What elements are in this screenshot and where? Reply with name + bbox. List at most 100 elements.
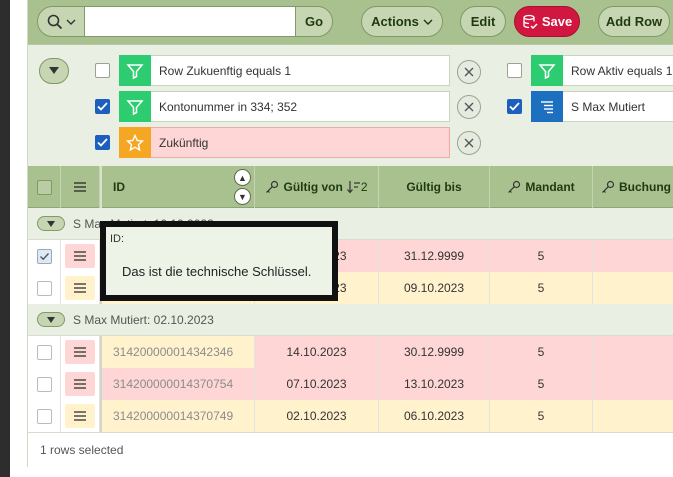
row-select-cell[interactable] <box>28 368 61 400</box>
check-icon <box>39 252 49 260</box>
cell-gueltig-von[interactable]: 07.10.2023 <box>255 368 379 400</box>
hamburger-icon <box>74 251 86 261</box>
select-all-header[interactable] <box>28 166 61 208</box>
filter-chip-kontonummer[interactable]: Kontonummer in 334; 352 <box>119 91 450 122</box>
selection-status: 1 rows selected <box>40 443 124 457</box>
table-row[interactable]: 314200000014370749 02.10.2023 06.10.2023… <box>28 400 673 432</box>
filter-collapse-toggle[interactable] <box>39 58 69 84</box>
table-row[interactable]: 314200000014342346 14.10.2023 30.12.9999… <box>28 336 673 368</box>
key-icon <box>508 180 521 193</box>
cell-buchung[interactable] <box>593 368 673 400</box>
filter-chip-zukuenftig[interactable]: Zukünftig <box>119 127 450 158</box>
row-actions-cell[interactable] <box>61 336 100 368</box>
sort-down-button[interactable]: ▼ <box>234 188 251 205</box>
filter-icon <box>119 91 151 122</box>
row-select-cell[interactable] <box>28 400 61 432</box>
edit-button[interactable]: Edit <box>460 6 506 37</box>
cell-gueltig-von[interactable]: 14.10.2023 <box>255 336 379 368</box>
tooltip-text: Das ist die technische Schlüssel. <box>122 264 312 279</box>
filter-chip-row-aktiv[interactable]: Row Aktiv equals 1 <box>531 55 673 86</box>
cell-mandant[interactable]: 5 <box>490 272 593 304</box>
row-actions-menu-button[interactable] <box>65 404 95 428</box>
cell-id[interactable]: 314200000014370749 <box>100 400 255 432</box>
cell-mandant[interactable]: 5 <box>490 368 593 400</box>
cell-mandant[interactable]: 5 <box>490 400 593 432</box>
row-select-cell[interactable] <box>28 272 61 304</box>
search-column-menu-button[interactable] <box>37 6 85 37</box>
search-group: Go <box>37 6 333 37</box>
cell-buchung[interactable] <box>593 400 673 432</box>
filter-checkbox-row-zukuenftig[interactable] <box>95 63 110 78</box>
star-icon <box>119 127 151 158</box>
sort-order-number: 2 <box>360 180 368 194</box>
filter-icon <box>119 55 151 86</box>
row-select-cell[interactable] <box>28 336 61 368</box>
column-label: Gültig bis <box>406 180 462 194</box>
row-actions-menu-button[interactable] <box>65 340 95 364</box>
cell-buchung[interactable] <box>593 336 673 368</box>
filter-checkbox-row-aktiv[interactable] <box>507 63 522 78</box>
column-sort-controls: ▲ ▼ <box>234 169 252 205</box>
cell-mandant[interactable]: 5 <box>490 336 593 368</box>
actions-menu-button[interactable]: Actions <box>361 6 443 37</box>
row-select-checkbox[interactable] <box>36 248 52 264</box>
add-row-button[interactable]: Add Row <box>598 6 670 37</box>
hamburger-icon <box>74 283 86 293</box>
row-actions-cell[interactable] <box>61 400 100 432</box>
row-actions-header[interactable] <box>61 166 100 208</box>
row-actions-menu-button[interactable] <box>65 276 95 300</box>
cell-gueltig-bis[interactable]: 31.12.9999 <box>379 240 490 272</box>
select-all-checkbox[interactable] <box>36 179 52 195</box>
go-button[interactable]: Go <box>295 6 333 37</box>
row-actions-cell[interactable] <box>61 368 100 400</box>
column-help-tooltip: ID: Das ist die technische Schlüssel. <box>100 221 338 301</box>
cell-gueltig-von[interactable]: 02.10.2023 <box>255 400 379 432</box>
filter-checkbox-kontonummer[interactable] <box>95 99 110 114</box>
row-select-cell[interactable] <box>28 240 61 272</box>
cell-mandant[interactable]: 5 <box>490 240 593 272</box>
group-label: S Max Mutiert: 02.10.2023 <box>73 312 214 327</box>
row-select-checkbox[interactable] <box>36 376 52 392</box>
cell-id[interactable]: 314200000014370754 <box>100 368 255 400</box>
save-label: Save <box>541 14 573 29</box>
filter-remove-button[interactable] <box>457 95 481 119</box>
cell-buchung[interactable] <box>593 272 673 304</box>
row-select-checkbox[interactable] <box>36 408 52 424</box>
filter-remove-button[interactable] <box>457 60 481 84</box>
group-collapse-toggle[interactable] <box>37 312 65 327</box>
column-header-id[interactable]: ID <box>100 166 255 208</box>
cell-gueltig-bis[interactable]: 30.12.9999 <box>379 336 490 368</box>
actions-label: Actions <box>371 14 419 29</box>
row-actions-menu-button[interactable] <box>65 372 95 396</box>
row-select-checkbox[interactable] <box>36 280 52 296</box>
check-icon <box>97 138 108 147</box>
cell-id[interactable]: 314200000014342346 <box>100 336 255 368</box>
column-header-gueltig-bis[interactable]: Gültig bis <box>379 166 490 208</box>
save-button[interactable]: Save <box>514 6 580 37</box>
cell-buchung[interactable] <box>593 240 673 272</box>
cell-gueltig-bis[interactable]: 09.10.2023 <box>379 272 490 304</box>
filter-remove-button[interactable] <box>457 131 481 155</box>
row-select-checkbox[interactable] <box>36 344 52 360</box>
filter-checkbox-s-max-mutiert[interactable] <box>507 99 522 114</box>
column-header-mandant[interactable]: Mandant <box>490 166 593 208</box>
filter-chip-s-max-mutiert[interactable]: S Max Mutiert <box>531 91 673 122</box>
column-header-gueltig-von[interactable]: Gültig von 2 <box>255 166 379 208</box>
row-actions-cell[interactable] <box>61 272 100 304</box>
group-collapse-toggle[interactable] <box>37 216 65 231</box>
sort-up-button[interactable]: ▲ <box>234 169 251 186</box>
grid-toolbar: Go Actions Edit Save Add Row <box>28 0 673 44</box>
cell-gueltig-bis[interactable]: 13.10.2023 <box>379 368 490 400</box>
close-icon <box>464 67 474 77</box>
row-actions-cell[interactable] <box>61 240 100 272</box>
column-header-buchung[interactable]: Buchung <box>593 166 673 208</box>
key-icon <box>266 180 279 193</box>
filter-checkbox-zukuenftig[interactable] <box>95 135 110 150</box>
search-input[interactable] <box>85 6 295 37</box>
chevron-down-icon <box>66 19 75 25</box>
group-by-icon <box>531 91 563 122</box>
row-actions-menu-button[interactable] <box>65 244 95 268</box>
filter-chip-row-zukuenftig[interactable]: Row Zukuenftig equals 1 <box>119 55 450 86</box>
cell-gueltig-bis[interactable]: 06.10.2023 <box>379 400 490 432</box>
table-row[interactable]: 314200000014370754 07.10.2023 13.10.2023… <box>28 368 673 400</box>
